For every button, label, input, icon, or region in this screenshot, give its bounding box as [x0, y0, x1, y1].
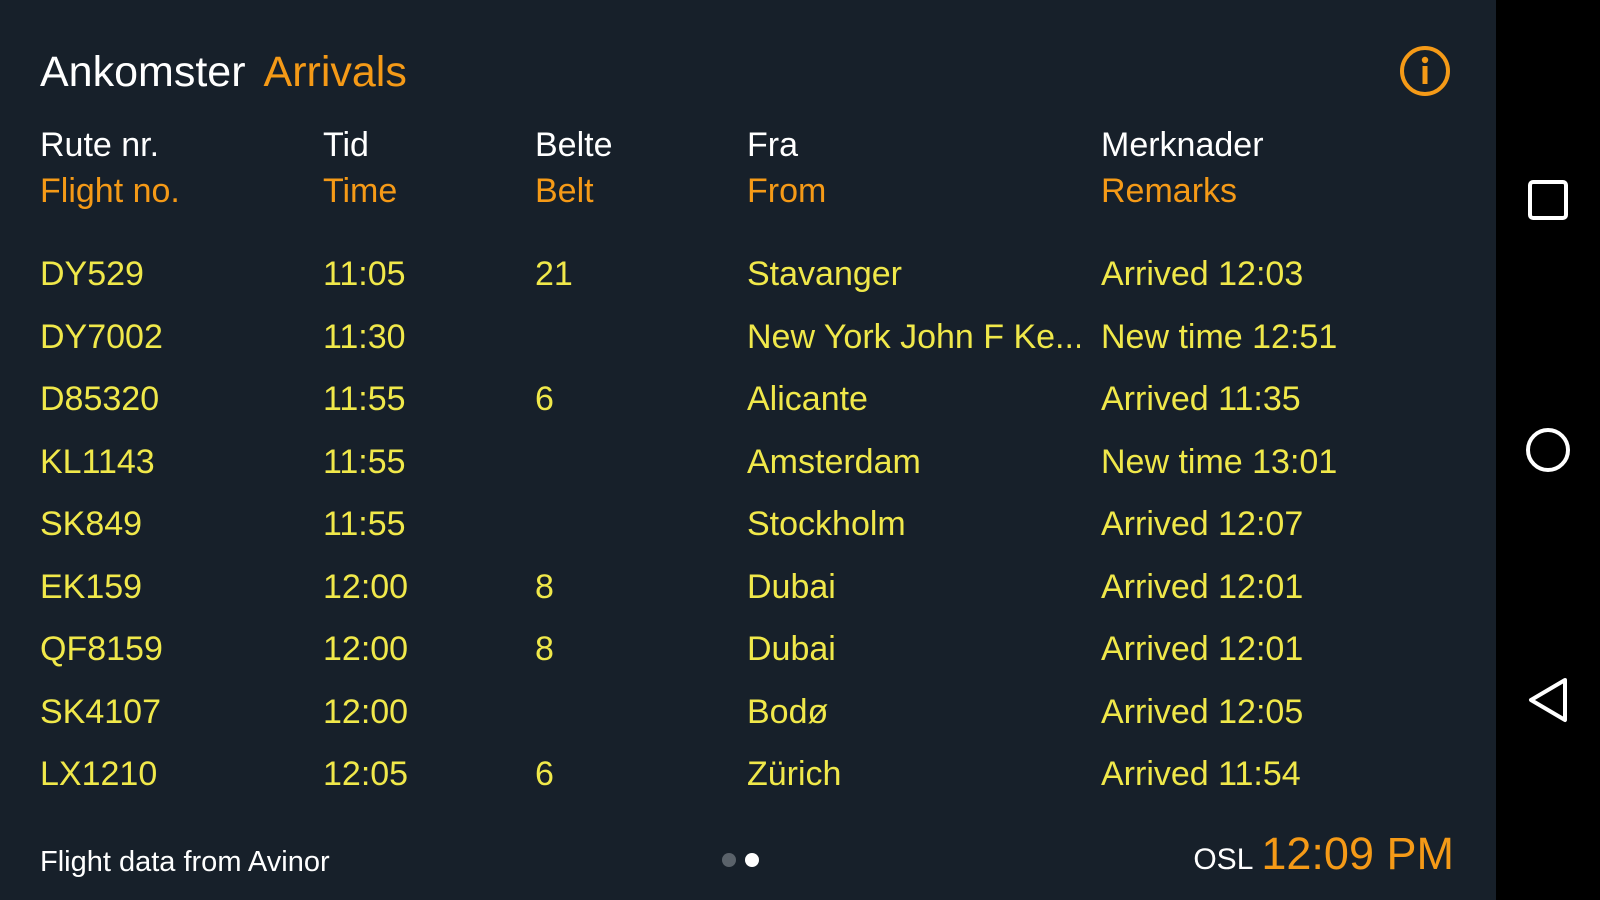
info-circle-icon: [1400, 46, 1450, 96]
airport-clock: OSL 12:09 PM: [1193, 826, 1454, 888]
flight-number: D85320: [40, 380, 160, 418]
column-header-from: Fra From: [747, 122, 1080, 214]
arrivals-board: Ankomster Arrivals Rute nr. Flight no. Ti…: [0, 0, 1496, 900]
back-triangle-icon: [1529, 678, 1567, 722]
column-header-label-no: Fra: [747, 126, 798, 164]
recents-button[interactable]: [1496, 148, 1600, 252]
airport-code: OSL: [1193, 843, 1254, 876]
flight-row[interactable]: EK159 12:00 8 Dubai Arrived 12:01: [0, 556, 1496, 619]
flight-number: SK4107: [40, 692, 161, 731]
android-nav-bar: [1496, 0, 1600, 900]
flight-remarks: Arrived 12:01: [1101, 630, 1304, 668]
column-header-label-en: From: [747, 172, 827, 210]
origin-city: Stavanger: [747, 255, 902, 293]
scheduled-time: 12:00: [323, 630, 409, 668]
home-circle-icon: [1526, 428, 1570, 472]
flight-number: DY7002: [40, 317, 163, 356]
data-source-credit: Flight data from Avinor: [40, 846, 330, 878]
flight-number: QF8159: [40, 630, 163, 668]
flight-row[interactable]: KL1143 11:55 Amsterdam New time 13:01: [0, 431, 1496, 494]
column-header-label-en: Flight no.: [40, 172, 180, 210]
column-header-remarks: Merknader Remarks: [1101, 122, 1491, 214]
flight-remarks: New time 13:01: [1101, 442, 1338, 481]
origin-city: Zürich: [747, 755, 842, 793]
column-header-label-no: Merknader: [1101, 126, 1264, 164]
flight-row[interactable]: DY529 11:05 21 Stavanger Arrived 12:03: [0, 243, 1496, 306]
app-screen: Ankomster Arrivals Rute nr. Flight no. Ti…: [0, 0, 1600, 900]
baggage-belt: 6: [535, 380, 554, 418]
origin-city: Amsterdam: [747, 442, 921, 481]
origin-city: Dubai: [747, 630, 836, 668]
home-button[interactable]: [1496, 398, 1600, 502]
scheduled-time: 11:55: [323, 505, 406, 543]
page-dot[interactable]: [722, 853, 736, 867]
origin-city: Bodø: [747, 692, 829, 731]
flight-remarks: Arrived 12:07: [1101, 505, 1304, 543]
column-header-label-en: Remarks: [1101, 172, 1238, 210]
column-header-flight: Rute nr. Flight no.: [40, 122, 310, 214]
flight-number: EK159: [40, 567, 143, 606]
origin-city: Stockholm: [747, 505, 906, 543]
current-time: 12:09 PM: [1261, 828, 1454, 879]
column-header-label-no: Rute nr.: [40, 126, 160, 164]
baggage-belt: 8: [535, 567, 554, 606]
flight-remarks: Arrived 11:35: [1101, 380, 1301, 418]
flight-number: LX1210: [40, 755, 158, 793]
column-header-label-en: Belt: [535, 172, 594, 210]
scheduled-time: 12:00: [323, 692, 409, 731]
scheduled-time: 11:05: [323, 255, 406, 293]
flight-remarks: Arrived 12:03: [1101, 255, 1304, 293]
origin-city: New York John F Ke...: [747, 317, 1080, 356]
flight-row[interactable]: D85320 11:55 6 Alicante Arrived 11:35: [0, 368, 1496, 431]
flight-number: SK849: [40, 505, 143, 543]
origin-city: Dubai: [747, 567, 836, 606]
scheduled-time: 12:00: [323, 567, 409, 606]
page-dot-active[interactable]: [745, 853, 759, 867]
column-header-belt: Belte Belt: [535, 122, 735, 214]
scheduled-time: 11:30: [323, 317, 406, 356]
page-title: Ankomster Arrivals: [40, 46, 407, 98]
flight-list: DY529 11:05 21 Stavanger Arrived 12:03 D…: [0, 243, 1496, 806]
column-header-label-no: Tid: [323, 126, 369, 164]
flight-number: DY529: [40, 255, 144, 293]
column-header-label-en: Time: [323, 172, 398, 210]
title-norwegian: Ankomster: [40, 48, 246, 96]
origin-city: Alicante: [747, 380, 868, 418]
flight-number: KL1143: [40, 442, 155, 481]
recents-square-icon: [1528, 180, 1568, 220]
flight-row[interactable]: SK849 11:55 Stockholm Arrived 12:07: [0, 493, 1496, 556]
flight-remarks: Arrived 11:54: [1101, 755, 1301, 793]
baggage-belt: 6: [535, 755, 554, 793]
column-header-label-no: Belte: [535, 126, 613, 164]
column-header-time: Tid Time: [323, 122, 523, 214]
flight-remarks: New time 12:51: [1101, 317, 1338, 356]
title-english: Arrivals: [263, 48, 407, 96]
flight-remarks: Arrived 12:01: [1101, 567, 1304, 606]
page-indicator: [722, 851, 768, 869]
scheduled-time: 11:55: [323, 380, 406, 418]
back-button[interactable]: [1496, 648, 1600, 752]
scheduled-time: 12:05: [323, 755, 409, 793]
scheduled-time: 11:55: [323, 442, 406, 481]
flight-row[interactable]: QF8159 12:00 8 Dubai Arrived 12:01: [0, 618, 1496, 681]
flight-row[interactable]: LX1210 12:05 6 Zürich Arrived 11:54: [0, 743, 1496, 806]
flight-row[interactable]: SK4107 12:00 Bodø Arrived 12:05: [0, 681, 1496, 744]
flight-remarks: Arrived 12:05: [1101, 692, 1304, 731]
baggage-belt: 21: [535, 255, 573, 293]
info-button[interactable]: [1398, 44, 1452, 98]
flight-row[interactable]: DY7002 11:30 New York John F Ke... New t…: [0, 306, 1496, 369]
baggage-belt: 8: [535, 630, 554, 668]
